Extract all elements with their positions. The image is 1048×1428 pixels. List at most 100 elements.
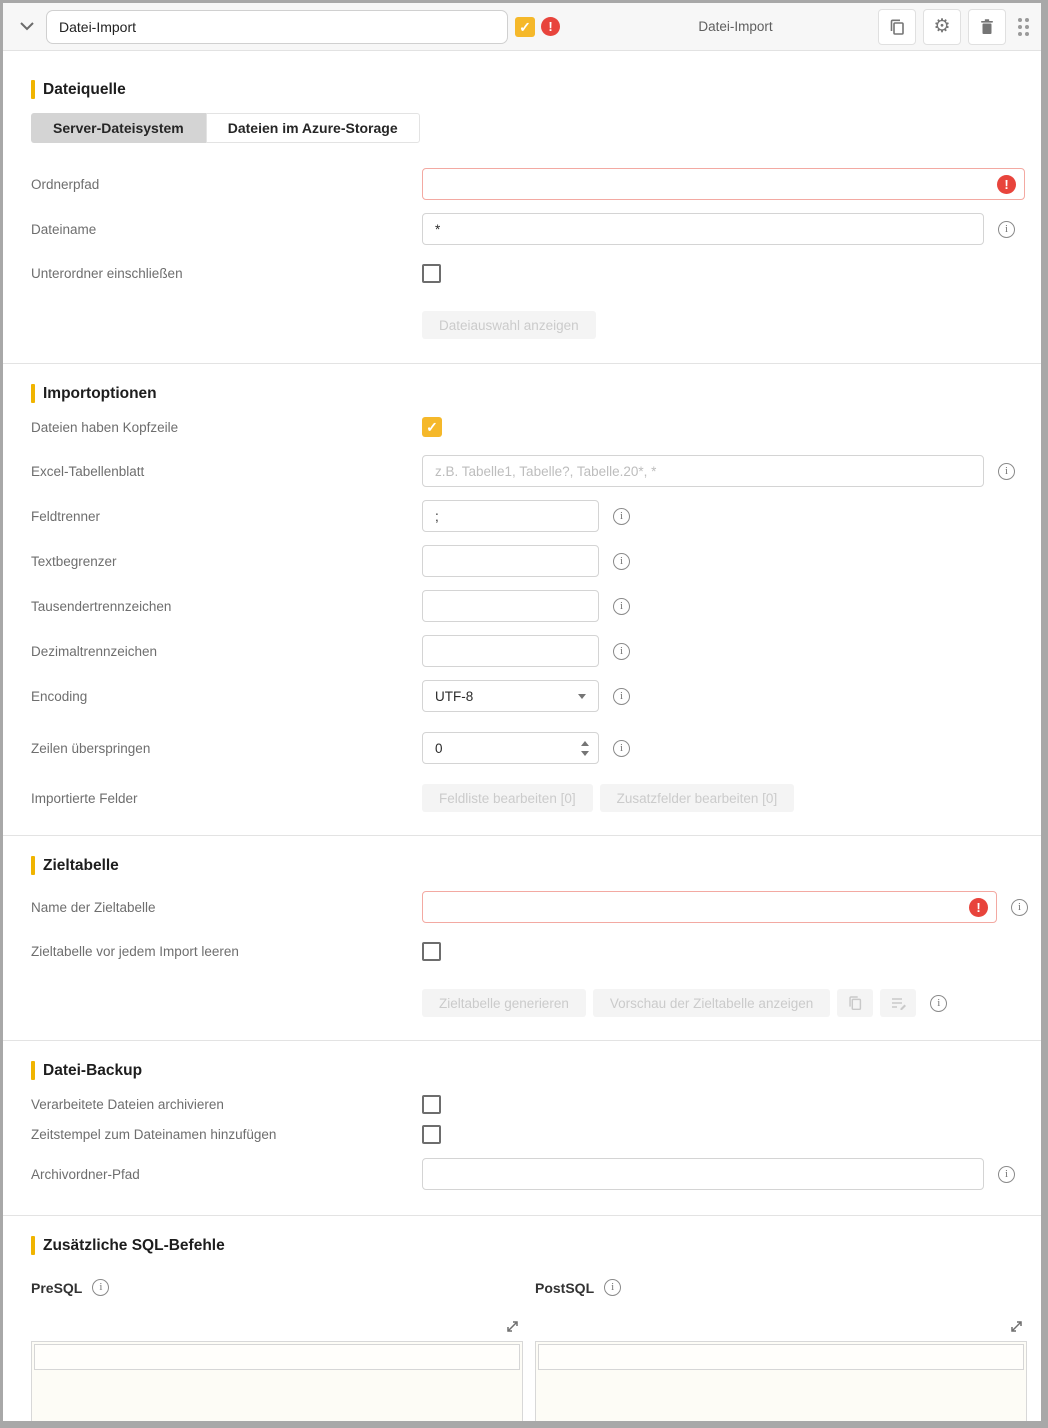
error-icon (969, 898, 988, 917)
copy-icon (846, 994, 864, 1012)
text-delimiter-label: Textbegrenzer (31, 554, 422, 569)
delete-button[interactable] (968, 9, 1006, 45)
has-header-checkbox[interactable] (422, 417, 442, 437)
edit-list-icon (889, 994, 907, 1012)
info-icon[interactable] (613, 643, 630, 660)
presql-editor-line[interactable] (34, 1344, 520, 1370)
archive-files-row: Verarbeitete Dateien archivieren (31, 1094, 1015, 1114)
presql-column: PreSQL (31, 1279, 523, 1428)
decimal-separator-row: Dezimaltrennzeichen (31, 635, 1015, 667)
postsql-editor[interactable] (535, 1341, 1027, 1428)
include-subfolders-row: Unterordner einschließen (31, 263, 1015, 283)
accent-bar (31, 80, 35, 99)
info-icon[interactable] (1011, 899, 1028, 916)
section-title-importoptionen: Importoptionen (31, 384, 1015, 403)
folder-path-row: Ordnerpfad (31, 168, 1015, 200)
header-bar: Datei-Import ⚙ (3, 3, 1041, 51)
imported-fields-label: Importierte Felder (31, 791, 422, 806)
copy-table-button[interactable] (837, 989, 873, 1017)
encoding-select[interactable]: UTF-8 (422, 680, 599, 712)
target-table-name-input[interactable] (422, 891, 997, 923)
folder-path-input[interactable] (422, 168, 1025, 200)
thousands-separator-input[interactable] (422, 590, 599, 622)
info-icon[interactable] (998, 463, 1015, 480)
folder-path-label: Ordnerpfad (31, 177, 422, 192)
decimal-separator-input[interactable] (422, 635, 599, 667)
number-stepper[interactable] (581, 741, 589, 756)
text-delimiter-row: Textbegrenzer (31, 545, 1015, 577)
timestamp-checkbox[interactable] (422, 1125, 441, 1144)
step-up-icon[interactable] (581, 741, 589, 746)
truncate-table-label: Zieltabelle vor jedem Import leeren (31, 944, 422, 959)
presql-label: PreSQL (31, 1280, 82, 1296)
field-separator-input[interactable] (422, 500, 599, 532)
accent-bar (31, 1236, 35, 1255)
postsql-column: PostSQL (535, 1279, 1027, 1428)
info-icon[interactable] (998, 1166, 1015, 1183)
accent-bar (31, 856, 35, 875)
collapse-chevron-icon[interactable] (17, 17, 37, 37)
info-icon[interactable] (998, 221, 1015, 238)
info-icon[interactable] (613, 508, 630, 525)
info-icon[interactable] (613, 553, 630, 570)
has-header-row: Dateien haben Kopfzeile (31, 417, 1015, 437)
section-divider (3, 1215, 1041, 1216)
duplicate-button[interactable] (878, 9, 916, 45)
info-icon[interactable] (613, 688, 630, 705)
section-divider (3, 363, 1041, 364)
info-icon[interactable] (92, 1279, 109, 1296)
error-icon (541, 17, 560, 36)
accent-bar (31, 1061, 35, 1080)
import-name-input[interactable] (46, 10, 508, 44)
expand-icon[interactable] (1008, 1318, 1025, 1335)
tab-azure-storage[interactable]: Dateien im Azure-Storage (206, 113, 420, 143)
include-subfolders-checkbox[interactable] (422, 264, 441, 283)
drag-handle-icon[interactable] (1018, 18, 1029, 36)
timestamp-label: Zeitstempel zum Dateinamen hinzufügen (31, 1127, 422, 1142)
excel-sheet-input[interactable] (422, 455, 984, 487)
section-title-sql: Zusätzliche SQL-Befehle (31, 1236, 1015, 1255)
file-source-tabs: Server-Dateisystem Dateien im Azure-Stor… (31, 113, 1015, 143)
info-icon[interactable] (613, 598, 630, 615)
skip-rows-label: Zeilen überspringen (31, 741, 422, 756)
sql-columns: PreSQL PostSQL (31, 1279, 1015, 1428)
postsql-label: PostSQL (535, 1280, 594, 1296)
edit-additional-fields-button[interactable]: Zusatzfelder bearbeiten [0] (600, 784, 795, 812)
info-icon[interactable] (613, 740, 630, 757)
expand-icon[interactable] (504, 1318, 521, 1335)
target-table-name-row: Name der Zieltabelle (31, 891, 1015, 923)
target-table-actions-row: Zieltabelle generieren Vorschau der Ziel… (31, 987, 1015, 1019)
page-title: Datei-Import (560, 19, 871, 34)
edit-table-script-button[interactable] (880, 989, 916, 1017)
excel-sheet-label: Excel-Tabellenblatt (31, 464, 422, 479)
chevron-down-icon (578, 694, 586, 699)
step-down-icon[interactable] (581, 751, 589, 756)
file-name-input[interactable] (422, 213, 984, 245)
postsql-editor-line[interactable] (538, 1344, 1024, 1370)
tab-server-dateisystem[interactable]: Server-Dateisystem (31, 113, 206, 143)
archive-files-checkbox[interactable] (422, 1095, 441, 1114)
encoding-row: Encoding UTF-8 (31, 680, 1015, 712)
presql-editor[interactable] (31, 1341, 523, 1428)
info-icon[interactable] (604, 1279, 621, 1296)
truncate-table-checkbox[interactable] (422, 942, 441, 961)
preview-target-table-button[interactable]: Vorschau der Zieltabelle anzeigen (593, 989, 830, 1017)
skip-rows-input[interactable] (422, 732, 599, 764)
section-title-dateiquelle: Dateiquelle (31, 80, 1015, 99)
archive-folder-label: Archivordner-Pfad (31, 1167, 422, 1182)
settings-button[interactable]: ⚙ (923, 9, 961, 45)
file-selection-row: Dateiauswahl anzeigen (31, 309, 1015, 341)
section-divider (3, 1040, 1041, 1041)
field-separator-label: Feldtrenner (31, 509, 422, 524)
decimal-separator-label: Dezimaltrennzeichen (31, 644, 422, 659)
excel-sheet-row: Excel-Tabellenblatt (31, 455, 1015, 487)
section-title-zieltabelle: Zieltabelle (31, 856, 1015, 875)
archive-folder-input[interactable] (422, 1158, 984, 1190)
text-delimiter-input[interactable] (422, 545, 599, 577)
file-name-row: Dateiname (31, 213, 1015, 245)
show-file-selection-button[interactable]: Dateiauswahl anzeigen (422, 311, 596, 339)
info-icon[interactable] (930, 995, 947, 1012)
valid-checkbox[interactable] (515, 17, 535, 37)
edit-field-list-button[interactable]: Feldliste bearbeiten [0] (422, 784, 593, 812)
generate-target-table-button[interactable]: Zieltabelle generieren (422, 989, 586, 1017)
